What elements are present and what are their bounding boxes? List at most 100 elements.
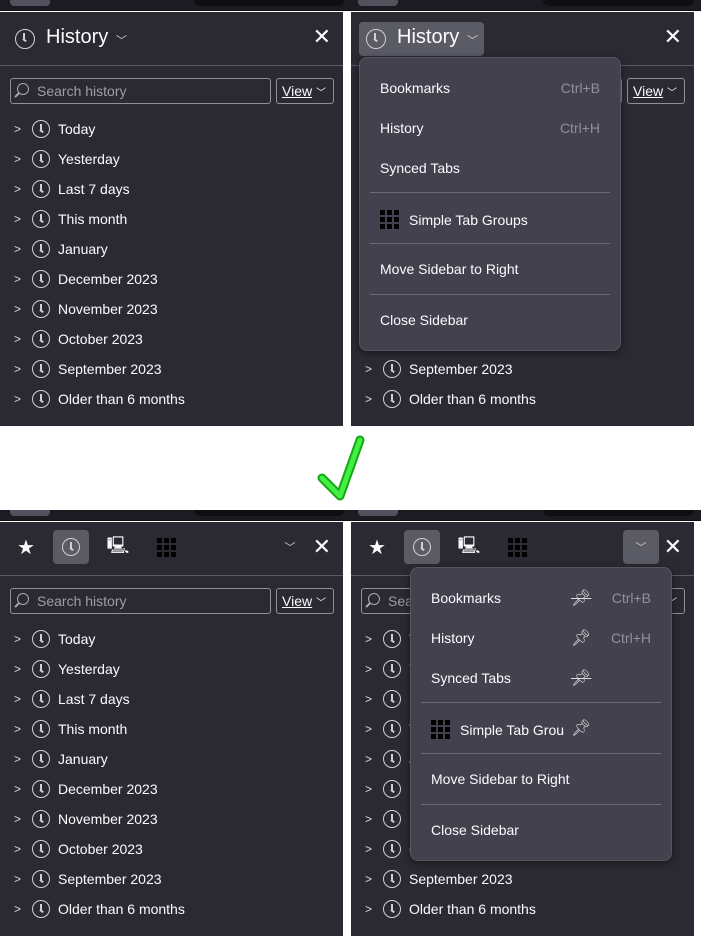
menu-item-label: Synced Tabs: [431, 670, 511, 686]
menu-item-label: Synced Tabs: [380, 160, 460, 176]
sidebar-title: History: [397, 26, 460, 48]
history-group-item[interactable]: > September 2023: [365, 358, 513, 380]
unpin-icon[interactable]: 📌︎: [571, 588, 591, 608]
history-group-item[interactable]: > September 2023: [14, 868, 162, 890]
clock-icon: [62, 538, 80, 556]
history-group-item[interactable]: > January: [14, 748, 108, 770]
menu-item[interactable]: Move Sidebar to Right: [380, 261, 519, 277]
search-input[interactable]: Search history: [10, 78, 271, 104]
sidebar-switcher-menu: Bookmarks Ctrl+B 📌︎ History Ctrl+H 📌︎ Synced T…: [410, 567, 672, 861]
history-group-item[interactable]: > September 2023: [365, 868, 513, 890]
star-icon: ★: [368, 536, 386, 559]
menu-item[interactable]: History: [431, 630, 475, 646]
chevron-right-icon: >: [14, 872, 22, 886]
close-button[interactable]: ✕: [664, 24, 682, 50]
chevron-right-icon: >: [365, 872, 373, 886]
history-group-item[interactable]: > This month: [14, 718, 127, 740]
chevron-down-icon: ﹀: [467, 35, 478, 47]
chevron-right-icon: >: [365, 662, 373, 676]
history-group-item[interactable]: > Older than 6 months: [14, 898, 185, 920]
search-placeholder: Search history: [37, 593, 127, 609]
view-button[interactable]: View ﹀: [276, 78, 334, 104]
menu-item[interactable]: Simple Tab Groups: [380, 210, 528, 229]
chevron-right-icon: >: [365, 392, 373, 406]
history-group-item[interactable]: > December 2023: [14, 778, 158, 800]
history-group-item[interactable]: > Today: [14, 628, 95, 650]
chevron-right-icon: >: [365, 782, 373, 796]
chevron-right-icon: >: [365, 632, 373, 646]
history-group-item[interactable]: > Last 7 days: [14, 178, 130, 200]
browser-top-bar: [0, 510, 701, 521]
history-group-item[interactable]: > November 2023: [14, 298, 158, 320]
unpin-icon[interactable]: 📌︎: [571, 668, 591, 688]
history-group-label: Older than 6 months: [58, 901, 185, 917]
history-group-item[interactable]: > Yesterday: [14, 148, 120, 170]
menu-item[interactable]: Close Sidebar: [380, 312, 468, 328]
clock-icon: [383, 630, 401, 648]
tab-groups-tab-button[interactable]: [148, 530, 184, 564]
clock-icon: [32, 210, 50, 228]
clock-icon: [32, 720, 50, 738]
clock-icon: [383, 390, 401, 408]
sidebar-switcher-menu: Bookmarks Ctrl+B History Ctrl+H Synced Tabs S…: [359, 57, 621, 351]
history-group-label: Older than 6 months: [409, 391, 536, 407]
history-group-item[interactable]: > Older than 6 months: [365, 388, 536, 410]
menu-item[interactable]: Bookmarks: [431, 590, 501, 606]
chevron-right-icon: >: [14, 182, 22, 196]
history-group-item[interactable]: > Yesterday: [14, 658, 120, 680]
history-group-item[interactable]: > October 2023: [14, 838, 143, 860]
history-group-item[interactable]: > Today: [14, 118, 95, 140]
history-group-label: September 2023: [58, 361, 162, 377]
chevron-down-icon: ﹀: [284, 542, 296, 554]
bookmarks-tab-button[interactable]: ★: [359, 530, 395, 564]
history-group-label: January: [58, 241, 108, 257]
synced-tabs-tab-button[interactable]: 🖳: [100, 530, 136, 564]
chevron-down-icon: ﹀: [116, 35, 127, 47]
chevron-right-icon: >: [14, 662, 22, 676]
history-group-label: October 2023: [58, 841, 143, 857]
history-group-item[interactable]: > October 2023: [14, 328, 143, 350]
screenshot-old: History ﹀ ✕ Search history View ﹀ > Today > Y…: [0, 0, 701, 426]
sidebar-menu-button[interactable]: ﹀: [623, 530, 659, 564]
close-button[interactable]: ✕: [313, 534, 331, 560]
green-arrow-icon: [317, 435, 365, 501]
clock-icon: [383, 870, 401, 888]
menu-item[interactable]: Simple Tab Grou: [431, 720, 564, 739]
search-input[interactable]: Search history: [10, 588, 271, 614]
history-group-item[interactable]: > November 2023: [14, 808, 158, 830]
pin-icon[interactable]: 📌︎: [571, 628, 591, 648]
history-group-item[interactable]: > Last 7 days: [14, 688, 130, 710]
history-group-item[interactable]: > This month: [14, 208, 127, 230]
history-group-item[interactable]: > December 2023: [14, 268, 158, 290]
menu-item[interactable]: History: [380, 120, 424, 136]
bookmarks-tab-button[interactable]: ★: [8, 530, 44, 564]
history-group-label: Yesterday: [58, 661, 120, 677]
menu-item[interactable]: Move Sidebar to Right: [431, 771, 570, 787]
close-button[interactable]: ✕: [313, 24, 331, 50]
menu-item[interactable]: Bookmarks: [380, 80, 450, 96]
clock-icon: [32, 750, 50, 768]
menu-item[interactable]: Synced Tabs: [431, 670, 511, 686]
synced-tabs-tab-button[interactable]: 🖳: [451, 530, 487, 564]
clock-icon: [383, 720, 401, 738]
history-group-item[interactable]: > Older than 6 months: [14, 388, 185, 410]
menu-separator: [370, 192, 610, 193]
menu-item[interactable]: Close Sidebar: [431, 822, 519, 838]
view-button[interactable]: View ﹀: [627, 78, 685, 104]
chevron-right-icon: >: [14, 272, 22, 286]
history-group-item[interactable]: > September 2023: [14, 358, 162, 380]
sidebar-menu-button[interactable]: ﹀: [272, 530, 308, 564]
history-tab-button[interactable]: [404, 530, 440, 564]
close-button[interactable]: ✕: [664, 534, 682, 560]
menu-item[interactable]: Synced Tabs: [380, 160, 460, 176]
history-group-item[interactable]: > Older than 6 months: [365, 898, 536, 920]
history-tab-button[interactable]: [53, 530, 89, 564]
tab-groups-tab-button[interactable]: [499, 530, 535, 564]
view-label: View: [282, 83, 313, 99]
grid-icon: [507, 537, 527, 557]
menu-separator: [421, 702, 661, 703]
view-button[interactable]: View ﹀: [276, 588, 334, 614]
pin-icon[interactable]: 📌︎: [571, 718, 591, 738]
view-label: View: [282, 593, 313, 609]
history-group-item[interactable]: > January: [14, 238, 108, 260]
